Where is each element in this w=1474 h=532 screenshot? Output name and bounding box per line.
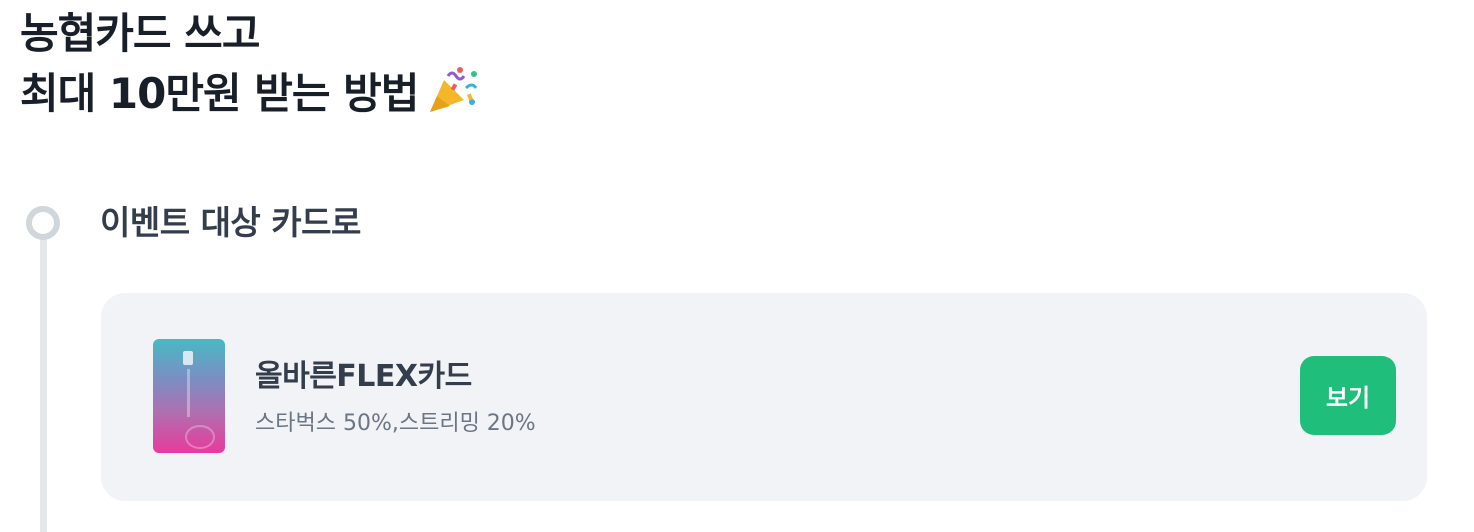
title-line-1: 농협카드 쓰고: [20, 9, 260, 58]
card-chip: [183, 351, 193, 365]
title-line-2: 최대 10만원 받는 방법: [20, 69, 419, 118]
timeline-line: [40, 236, 47, 532]
card-logo-mark: [185, 425, 215, 449]
timeline-step-dot: [26, 206, 60, 240]
page-title: 농협카드 쓰고 최대 10만원 받는 방법: [20, 4, 482, 124]
title-line-2-wrap: 최대 10만원 받는 방법: [20, 64, 482, 124]
view-button[interactable]: 보기: [1300, 356, 1396, 435]
party-popper-icon: [426, 66, 482, 116]
card-benefit: 스타벅스 50%,스트리밍 20%: [255, 411, 536, 436]
card-name: 올바른FLEX카드: [255, 359, 472, 394]
event-card-item: 올바른FLEX카드 스타벅스 50%,스트리밍 20% 보기: [101, 293, 1427, 501]
card-image: [153, 339, 225, 453]
card-stripe: [187, 369, 190, 417]
step-label: 이벤트 대상 카드로: [100, 203, 361, 242]
page: 농협카드 쓰고 최대 10만원 받는 방법 이벤트 대상 카드로 올바른FLEX…: [0, 0, 1474, 532]
